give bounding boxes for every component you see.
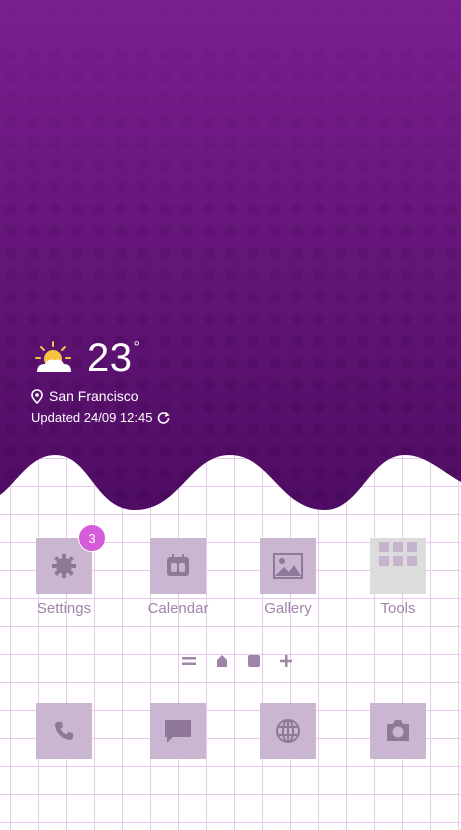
temperature: 23° xyxy=(87,336,141,380)
wallpaper xyxy=(0,0,461,510)
calendar-icon xyxy=(167,554,189,576)
location-pin-icon xyxy=(31,388,43,404)
folder-grid-icon xyxy=(407,542,417,552)
dock-camera[interactable] xyxy=(370,703,426,759)
globe-icon xyxy=(276,719,300,743)
dock-browser[interactable] xyxy=(260,703,316,759)
message-icon xyxy=(165,720,191,743)
folder-grid-icon xyxy=(379,556,389,566)
folder-grid-icon xyxy=(393,542,403,552)
settings-tile[interactable]: 3 xyxy=(36,524,106,594)
app-tools[interactable]: Tools xyxy=(348,538,448,617)
temperature-unit: ° xyxy=(133,339,141,356)
refresh-icon[interactable] xyxy=(157,411,170,424)
page-dot-icon[interactable] xyxy=(247,654,261,668)
home-screen: 23° San Francisco Updated 24/09 12:45 3 … xyxy=(0,0,461,830)
folder-grid-icon xyxy=(407,556,417,566)
menu-lines-icon[interactable] xyxy=(181,656,197,666)
notification-badge: 3 xyxy=(78,524,106,552)
app-label-gallery: Gallery xyxy=(264,600,312,617)
updated-label: Updated 24/09 12:45 xyxy=(31,410,153,425)
dock-phone[interactable] xyxy=(36,703,92,759)
app-label-calendar: Calendar xyxy=(147,600,209,617)
folder-grid-icon xyxy=(379,542,389,552)
dock-messages[interactable] xyxy=(150,703,206,759)
app-label-settings: Settings xyxy=(36,600,92,617)
calendar-tile[interactable] xyxy=(150,538,206,594)
add-page-icon[interactable] xyxy=(279,654,293,668)
page-indicator[interactable] xyxy=(181,654,293,668)
weather-widget[interactable]: 23° San Francisco Updated 24/09 12:45 xyxy=(31,336,170,425)
folder-grid-icon xyxy=(393,556,403,566)
tools-folder-tile[interactable] xyxy=(370,538,426,594)
gear-icon xyxy=(52,554,76,578)
app-settings[interactable]: 3 Settings xyxy=(14,524,114,617)
app-label-tools: Tools xyxy=(380,600,416,617)
app-gallery[interactable]: Gallery xyxy=(238,538,338,617)
image-icon xyxy=(273,553,303,579)
partly-sunny-icon xyxy=(35,341,71,372)
home-page-icon[interactable] xyxy=(215,654,229,668)
camera-icon xyxy=(387,720,409,741)
app-calendar[interactable]: Calendar xyxy=(128,538,228,617)
gallery-tile[interactable] xyxy=(260,538,316,594)
location-label: San Francisco xyxy=(49,388,139,404)
phone-icon xyxy=(55,722,73,740)
